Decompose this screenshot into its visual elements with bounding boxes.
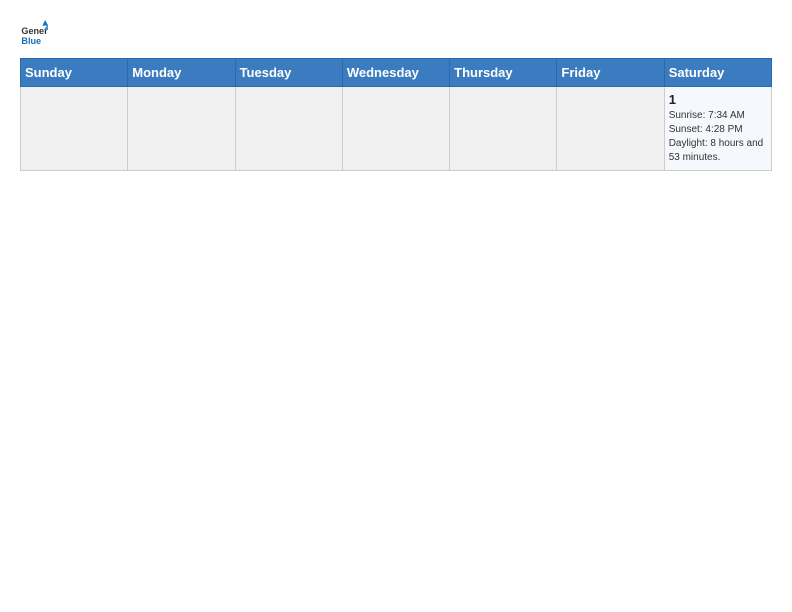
day-cell-1: 1 Sunrise: 7:34 AMSunset: 4:28 PMDaylight… — [664, 87, 771, 171]
calendar-header: SundayMondayTuesdayWednesdayThursdayFrid… — [21, 59, 772, 87]
header-cell-sunday: Sunday — [21, 59, 128, 87]
day-info: Sunrise: 7:34 AMSunset: 4:28 PMDaylight:… — [669, 110, 764, 163]
empty-cell — [128, 87, 235, 171]
header-cell-monday: Monday — [128, 59, 235, 87]
header-cell-friday: Friday — [557, 59, 664, 87]
svg-text:General: General — [21, 26, 48, 36]
calendar-table: SundayMondayTuesdayWednesdayThursdayFrid… — [20, 58, 772, 171]
empty-cell — [342, 87, 449, 171]
empty-cell — [235, 87, 342, 171]
calendar-week-0: 1 Sunrise: 7:34 AMSunset: 4:28 PMDaylight… — [21, 87, 772, 171]
svg-text:Blue: Blue — [21, 36, 41, 46]
header-row: SundayMondayTuesdayWednesdayThursdayFrid… — [21, 59, 772, 87]
logo: General Blue — [20, 20, 48, 48]
page-header: General Blue — [20, 20, 772, 48]
logo-icon: General Blue — [20, 20, 48, 48]
header-cell-thursday: Thursday — [450, 59, 557, 87]
header-cell-wednesday: Wednesday — [342, 59, 449, 87]
empty-cell — [21, 87, 128, 171]
day-number: 1 — [669, 92, 767, 107]
header-cell-tuesday: Tuesday — [235, 59, 342, 87]
empty-cell — [557, 87, 664, 171]
empty-cell — [450, 87, 557, 171]
header-cell-saturday: Saturday — [664, 59, 771, 87]
calendar-body: 1 Sunrise: 7:34 AMSunset: 4:28 PMDaylight… — [21, 87, 772, 171]
